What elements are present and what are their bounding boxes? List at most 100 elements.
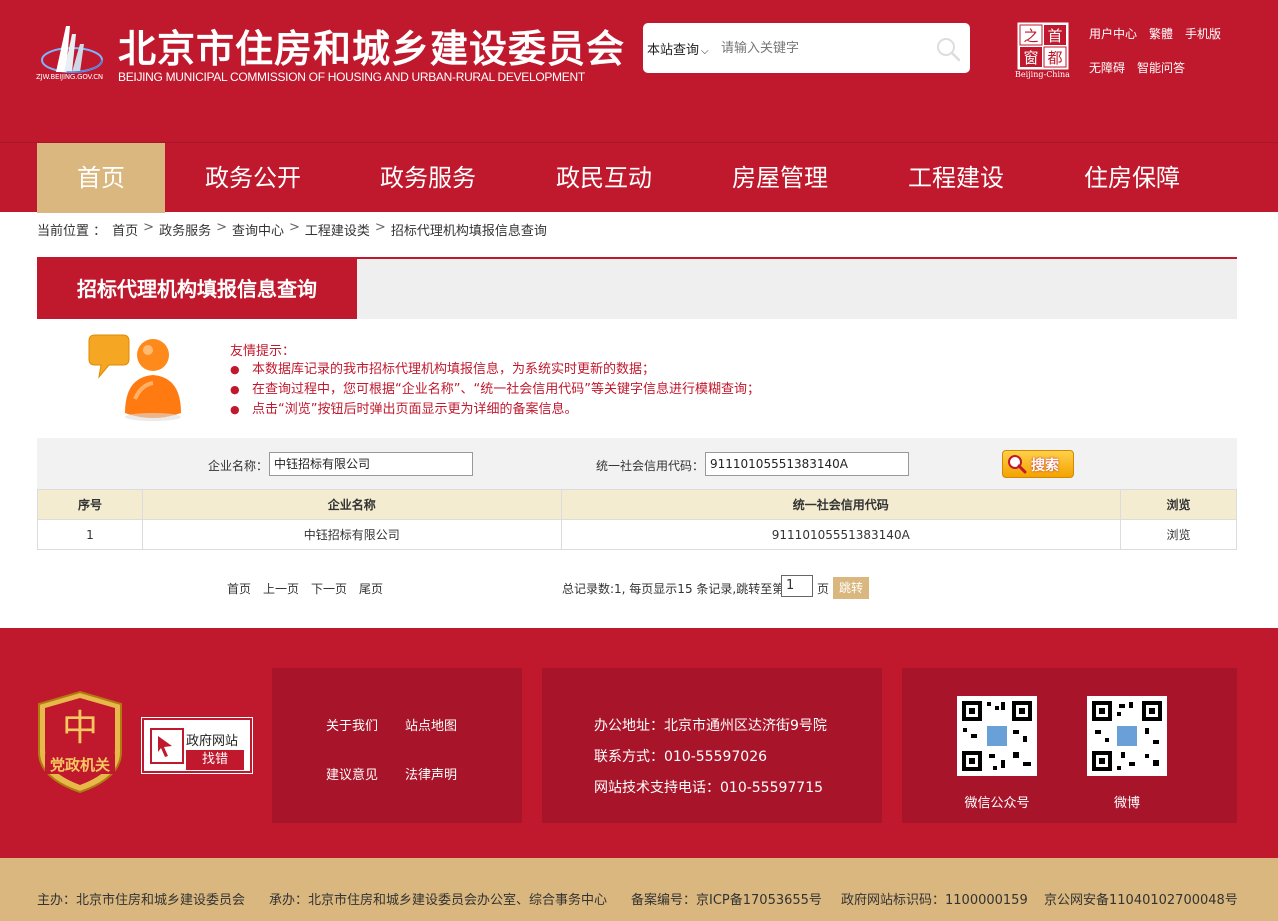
page-unit: 页 bbox=[817, 582, 830, 596]
magnifier-icon bbox=[1008, 455, 1027, 474]
search-input[interactable] bbox=[721, 36, 921, 60]
cell-company: 中钰招标有限公司 bbox=[141, 519, 562, 550]
police-record[interactable]: 京公网安备11040102700048号 bbox=[1044, 889, 1238, 908]
wechat-qr-icon[interactable] bbox=[957, 696, 1037, 776]
tip-text: 点击“浏览”按钮后时弹出页面显示更为详细的备案信息。 bbox=[252, 402, 578, 417]
about-us-link[interactable]: 关于我们 bbox=[326, 715, 378, 734]
search-icon[interactable] bbox=[935, 36, 961, 62]
svg-text:都: 都 bbox=[1047, 49, 1062, 67]
nav-item-gov-affairs-open[interactable]: 政务公开 bbox=[189, 143, 317, 213]
nav-item-construction[interactable]: 工程建设 bbox=[892, 143, 1020, 213]
breadcrumb-current[interactable]: 招标代理机构填报信息查询 bbox=[391, 220, 547, 239]
search-button[interactable]: 搜索 bbox=[1002, 450, 1074, 478]
search-scope-label: 本站查询 bbox=[647, 43, 700, 58]
breadcrumb-gov-services[interactable]: 政务服务 bbox=[159, 220, 211, 239]
pager-next[interactable]: 下一页 bbox=[311, 580, 347, 597]
col-header-index: 序号 bbox=[37, 489, 143, 520]
wechat-label: 微信公众号 bbox=[964, 796, 1030, 811]
sponsor-text: 主办：北京市住房和城乡建设委员会 bbox=[37, 893, 246, 908]
main-nav: 首页 政务公开 政务服务 政民互动 房屋管理 工程建设 住房保障 bbox=[0, 142, 1278, 213]
user-center-link[interactable]: 用户中心 bbox=[1089, 25, 1137, 59]
svg-text:窗: 窗 bbox=[1023, 49, 1038, 67]
view-link[interactable]: 浏览 bbox=[1120, 519, 1237, 550]
tech-support-phone: 网站技术支持电话：010-55597715 bbox=[594, 780, 824, 796]
company-name-label: 企业名称： bbox=[208, 459, 269, 473]
capital-window-logo[interactable]: 之 首 窗 都 Beijing-China bbox=[1015, 22, 1070, 80]
table-row: 1 中钰招标有限公司 91110105551383140A 浏览 bbox=[37, 519, 1237, 550]
site-subtitle: BEIJING MUNICIPAL COMMISSION OF HOUSING … bbox=[118, 70, 585, 84]
header-search-box: 本站查询 ⌵ bbox=[643, 23, 970, 73]
weibo-qr-icon[interactable] bbox=[1087, 696, 1167, 776]
cell-index: 1 bbox=[37, 519, 143, 550]
breadcrumb-separator: > bbox=[289, 220, 300, 235]
bullet-icon: ● bbox=[230, 383, 240, 396]
search-button-label: 搜索 bbox=[1031, 458, 1059, 474]
svg-text:之: 之 bbox=[1023, 27, 1038, 45]
col-header-company: 企业名称 bbox=[141, 489, 562, 520]
nav-item-gov-services[interactable]: 政务服务 bbox=[364, 143, 492, 213]
gov-error-line1: 政府网站 bbox=[186, 734, 239, 749]
office-address: 办公地址：北京市通州区达济街9号院 bbox=[594, 718, 827, 734]
logo-url-text: ZJW.BEIJING.GOV.CN bbox=[36, 73, 103, 81]
nav-item-home[interactable]: 首页 bbox=[37, 143, 165, 213]
contact-phone: 联系方式：010-55597026 bbox=[594, 749, 768, 765]
user-speech-icon bbox=[88, 334, 181, 421]
site-footer: 中 党政机关 政府网站 找错 关于我们 站点地图 建议意见 法律声明 办公地址：… bbox=[0, 628, 1278, 858]
pager-info: 总记录数:1, 每页显示15 条记录,跳转至第 bbox=[562, 582, 785, 596]
jump-button[interactable]: 跳转 bbox=[833, 577, 869, 599]
pager-prev[interactable]: 上一页 bbox=[263, 580, 299, 597]
table-header-row: 序号 企业名称 统一社会信用代码 浏览 bbox=[37, 489, 1237, 520]
weibo-label: 微博 bbox=[1113, 796, 1140, 811]
tips-section: 友情提示： ● 本数据库记录的我市招标代理机构填报信息，为系统实时更新的数据； ●… bbox=[37, 319, 1237, 438]
breadcrumb-label: 当前位置 ： bbox=[37, 224, 107, 239]
site-title[interactable]: 北京市住房和城乡建设委员会 bbox=[118, 18, 625, 73]
legal-notice-link[interactable]: 法律声明 bbox=[405, 764, 457, 783]
site-map-link[interactable]: 站点地图 bbox=[405, 715, 457, 734]
page-number-input[interactable]: 1 bbox=[781, 575, 813, 597]
party-gov-badge-icon[interactable]: 中 党政机关 bbox=[37, 690, 123, 794]
top-links: 用户中心 繁體 手机版 无障碍 智能问答 bbox=[1089, 25, 1221, 93]
nav-item-interaction[interactable]: 政民互动 bbox=[540, 143, 668, 213]
traditional-chinese-link[interactable]: 繁體 bbox=[1149, 25, 1173, 59]
breadcrumb-separator: > bbox=[216, 220, 227, 235]
gov-site-id: 政府网站标识码：1100000159 bbox=[841, 893, 1028, 908]
mobile-version-link[interactable]: 手机版 bbox=[1185, 25, 1221, 59]
breadcrumb-query-center[interactable]: 查询中心 bbox=[232, 220, 284, 239]
gov-error-line2: 找错 bbox=[186, 750, 244, 770]
footer-links-box: 关于我们 站点地图 建议意见 法律声明 bbox=[272, 668, 522, 823]
pager-first[interactable]: 首页 bbox=[227, 580, 251, 597]
tips-list: ● 本数据库记录的我市招标代理机构填报信息，为系统实时更新的数据； ● 在查询过程中… bbox=[230, 360, 760, 420]
footer-contact-box: 办公地址：北京市通州区达济街9号院 联系方式：010-55597026 网站技术… bbox=[542, 668, 882, 823]
tip-item: ● 本数据库记录的我市招标代理机构填报信息，为系统实时更新的数据； bbox=[230, 360, 760, 380]
suggestions-link[interactable]: 建议意见 bbox=[326, 764, 378, 783]
breadcrumb-home[interactable]: 首页 bbox=[112, 220, 138, 239]
breadcrumb-construction[interactable]: 工程建设类 bbox=[305, 220, 370, 239]
footer-qr-box: 微信公众号 微博 bbox=[902, 668, 1237, 823]
gov-site-error-report[interactable]: 政府网站 找错 bbox=[141, 717, 253, 774]
party-badge-text: 党政机关 bbox=[50, 756, 110, 774]
nav-item-housing-management[interactable]: 房屋管理 bbox=[716, 143, 844, 213]
breadcrumb-separator: > bbox=[143, 220, 155, 235]
tip-text: 在查询过程中，您可根据“企业名称”、“统一社会信用代码”等关键字信息进行模糊查询… bbox=[252, 382, 760, 397]
page-title: 招标代理机构填报信息查询 bbox=[37, 259, 357, 319]
bullet-icon: ● bbox=[230, 403, 240, 416]
pager-last[interactable]: 尾页 bbox=[359, 580, 383, 597]
error-finder-icon bbox=[150, 728, 184, 764]
company-name-input[interactable]: 中钰招标有限公司 bbox=[269, 452, 473, 476]
credit-code-input[interactable]: 91110105551383140A bbox=[705, 452, 909, 476]
smart-qa-link[interactable]: 智能问答 bbox=[1137, 59, 1185, 93]
capital-window-emblem-icon: 之 首 窗 都 bbox=[1017, 22, 1069, 70]
title-bar: 招标代理机构填报信息查询 bbox=[37, 257, 1237, 319]
tips-heading: 友情提示： bbox=[230, 344, 296, 359]
icp-record[interactable]: 备案编号：京ICP备17053655号 bbox=[631, 889, 822, 908]
bullet-icon: ● bbox=[230, 363, 240, 376]
chevron-down-icon: ⌵ bbox=[701, 46, 709, 57]
tip-item: ● 在查询过程中，您可根据“企业名称”、“统一社会信用代码”等关键字信息进行模糊查… bbox=[230, 380, 760, 400]
site-header: ZJW.BEIJING.GOV.CN 北京市住房和城乡建设委员会 BEIJING… bbox=[0, 0, 1278, 142]
svg-text:首: 首 bbox=[1047, 27, 1062, 45]
main-panel: 招标代理机构填报信息查询 友情提示： ● 本数据库记录的我市招标代理机构填报信息，… bbox=[37, 257, 1237, 608]
search-scope-select[interactable]: 本站查询 ⌵ bbox=[647, 39, 709, 58]
cell-credit-code: 91110105551383140A bbox=[560, 519, 1122, 550]
accessibility-link[interactable]: 无障碍 bbox=[1089, 59, 1125, 93]
nav-item-housing-security[interactable]: 住房保障 bbox=[1068, 143, 1196, 213]
